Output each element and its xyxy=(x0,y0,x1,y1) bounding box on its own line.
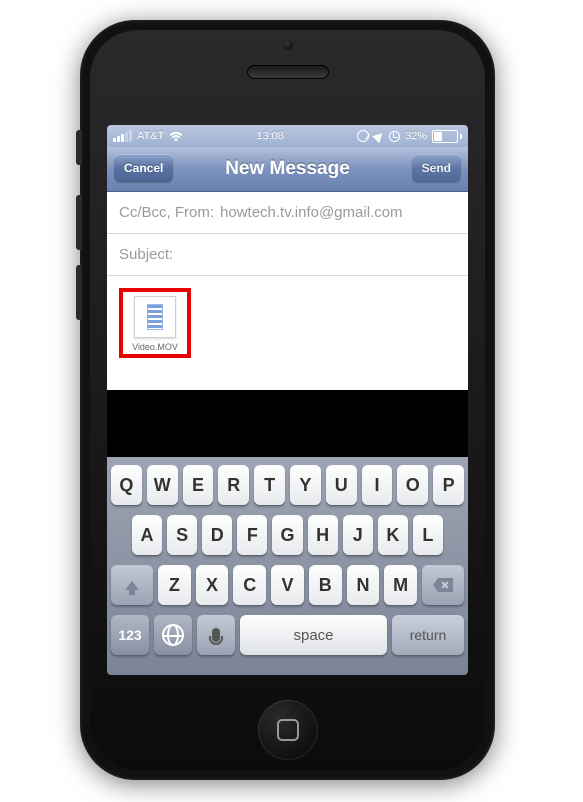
key-c[interactable]: C xyxy=(233,565,266,605)
iphone-frame: AT&T 13:08 32% Cancel New Message Se xyxy=(80,20,495,780)
volume-up-button xyxy=(76,195,82,250)
key-y[interactable]: Y xyxy=(290,465,321,505)
nav-title: New Message xyxy=(225,158,350,180)
key-h[interactable]: H xyxy=(308,515,338,555)
space-key[interactable]: space xyxy=(240,615,387,655)
from-field[interactable]: Cc/Bcc, From: howtech.tv.info@gmail.com xyxy=(107,192,468,234)
key-x[interactable]: X xyxy=(196,565,229,605)
key-f[interactable]: F xyxy=(237,515,267,555)
shift-key[interactable] xyxy=(111,565,153,605)
key-u[interactable]: U xyxy=(326,465,357,505)
rotation-lock-icon xyxy=(357,130,369,142)
key-g[interactable]: G xyxy=(272,515,302,555)
highlight-annotation: Video.MOV xyxy=(119,288,191,358)
key-l[interactable]: L xyxy=(413,515,443,555)
key-b[interactable]: B xyxy=(309,565,342,605)
cancel-button[interactable]: Cancel xyxy=(114,154,173,182)
numbers-key[interactable]: 123 xyxy=(111,615,149,655)
backspace-icon xyxy=(433,578,453,592)
front-camera xyxy=(283,40,293,50)
microphone-icon xyxy=(212,628,220,642)
keyboard-row-2: ASDFGHJKL xyxy=(111,515,464,555)
ccbcc-from-label: Cc/Bcc, From: xyxy=(119,204,214,221)
key-p[interactable]: P xyxy=(433,465,464,505)
attachment-filename: Video.MOV xyxy=(129,342,181,352)
message-body[interactable]: Video.MOV xyxy=(107,276,468,390)
key-v[interactable]: V xyxy=(271,565,304,605)
attachment[interactable]: Video.MOV xyxy=(129,296,181,352)
earpiece-speaker xyxy=(247,65,329,79)
subject-label: Subject: xyxy=(119,246,173,263)
dictation-key[interactable] xyxy=(197,615,235,655)
send-button[interactable]: Send xyxy=(412,154,461,182)
key-q[interactable]: Q xyxy=(111,465,142,505)
key-t[interactable]: T xyxy=(254,465,285,505)
backspace-key[interactable] xyxy=(422,565,464,605)
key-s[interactable]: S xyxy=(167,515,197,555)
wifi-icon xyxy=(169,131,183,141)
globe-key[interactable] xyxy=(154,615,192,655)
video-file-icon xyxy=(134,296,176,338)
nav-bar: Cancel New Message Send xyxy=(107,147,468,192)
status-bar: AT&T 13:08 32% xyxy=(107,125,468,147)
location-icon xyxy=(372,129,385,142)
keyboard-row-3: ZXCVBNM xyxy=(111,565,464,605)
battery-icon xyxy=(432,130,462,143)
keyboard-row-4: 123 space return xyxy=(111,615,464,655)
volume-down-button xyxy=(76,265,82,320)
key-m[interactable]: M xyxy=(384,565,417,605)
key-j[interactable]: J xyxy=(343,515,373,555)
clock: 13:08 xyxy=(256,130,284,142)
subject-field[interactable]: Subject: xyxy=(107,234,468,276)
key-o[interactable]: O xyxy=(397,465,428,505)
battery-percent: 32% xyxy=(405,130,427,142)
keyboard-row-1: QWERTYUIOP xyxy=(111,465,464,505)
carrier-label: AT&T xyxy=(137,130,164,142)
key-d[interactable]: D xyxy=(202,515,232,555)
key-e[interactable]: E xyxy=(183,465,214,505)
key-i[interactable]: I xyxy=(362,465,393,505)
key-r[interactable]: R xyxy=(218,465,249,505)
key-a[interactable]: A xyxy=(132,515,162,555)
keyboard: QWERTYUIOP ASDFGHJKL ZXCVBNM 123 space r… xyxy=(107,457,468,675)
globe-icon xyxy=(162,624,184,646)
home-button[interactable] xyxy=(258,700,318,760)
key-w[interactable]: W xyxy=(147,465,178,505)
alarm-icon xyxy=(389,131,400,142)
key-n[interactable]: N xyxy=(347,565,380,605)
screen: AT&T 13:08 32% Cancel New Message Se xyxy=(107,125,468,675)
shift-icon xyxy=(125,581,139,590)
key-z[interactable]: Z xyxy=(158,565,191,605)
signal-strength-icon xyxy=(113,130,132,142)
return-key[interactable]: return xyxy=(392,615,464,655)
compose-area: Cc/Bcc, From: howtech.tv.info@gmail.com … xyxy=(107,192,468,390)
key-k[interactable]: K xyxy=(378,515,408,555)
from-value: howtech.tv.info@gmail.com xyxy=(220,204,403,221)
mute-switch xyxy=(76,130,82,165)
